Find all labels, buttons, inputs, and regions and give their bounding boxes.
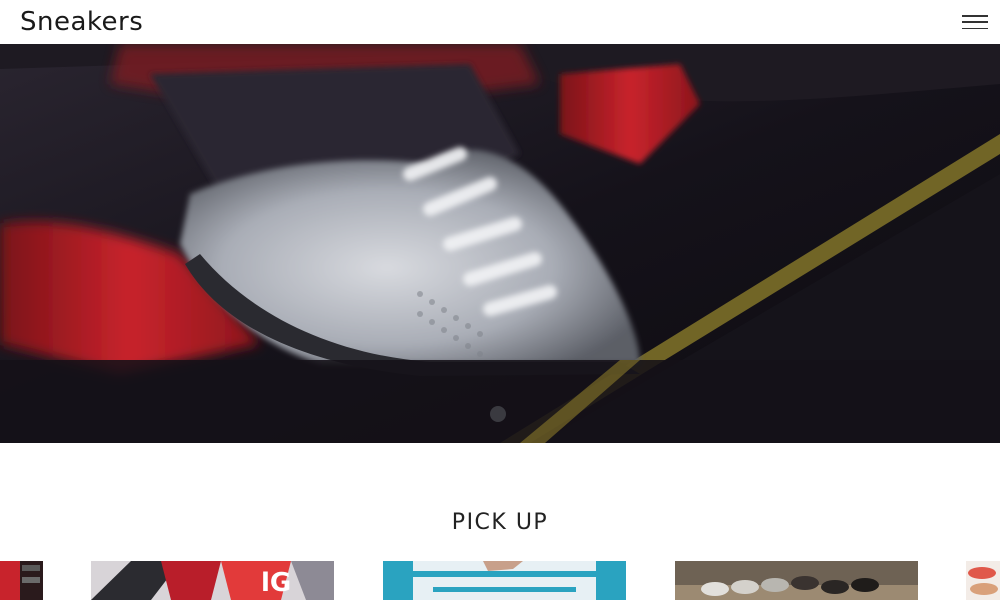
pickup-carousel[interactable]: lG xyxy=(0,561,1000,600)
menu-line xyxy=(962,15,988,17)
site-logo[interactable]: Sneakers xyxy=(20,9,143,35)
pickup-section-title: PICK UP xyxy=(451,510,549,535)
pickup-card[interactable] xyxy=(0,561,43,600)
pickup-image-street-sneakers: lG xyxy=(91,561,334,600)
hero-banner xyxy=(0,44,1000,443)
menu-line xyxy=(962,27,988,29)
pickup-card[interactable] xyxy=(675,561,918,600)
pickup-card[interactable]: lG xyxy=(91,561,334,600)
pickup-image-partial-right xyxy=(966,561,1000,600)
pickup-card[interactable] xyxy=(966,561,1000,600)
pickup-image-skyward-hand xyxy=(383,561,626,600)
pickup-image-partial-left xyxy=(0,561,43,600)
pickup-image-shoe-collection xyxy=(675,561,918,600)
hamburger-menu-icon[interactable] xyxy=(962,13,988,31)
pickup-card[interactable] xyxy=(383,561,626,600)
sneaker-hero-image xyxy=(0,44,1000,443)
site-header: Sneakers xyxy=(0,0,1000,44)
menu-line xyxy=(962,21,988,23)
svg-text:lG: lG xyxy=(261,568,291,598)
